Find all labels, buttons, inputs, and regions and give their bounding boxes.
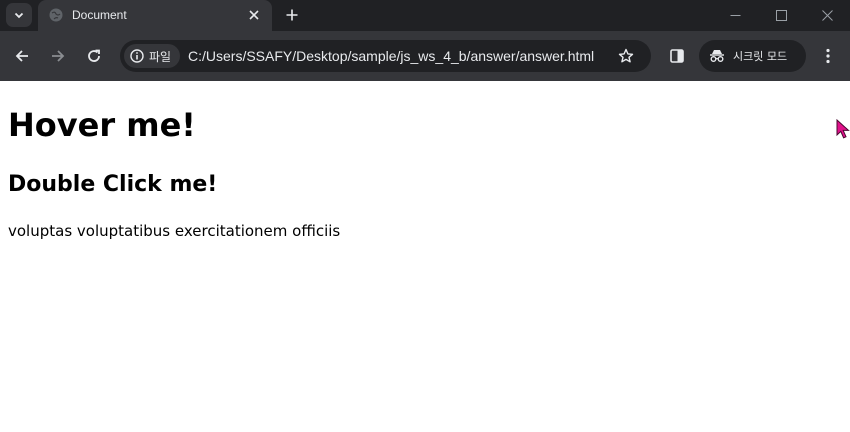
mouse-cursor-icon [836, 119, 850, 139]
tab-close-button[interactable] [246, 7, 262, 23]
back-button[interactable] [10, 44, 34, 68]
hover-heading[interactable]: Hover me! [8, 105, 196, 145]
tab-strip: Document [0, 0, 850, 31]
page-content: Hover me! Double Click me! voluptas volu… [0, 81, 850, 432]
side-panel-icon [670, 49, 684, 63]
tab-title: Document [72, 8, 127, 22]
close-icon [821, 10, 833, 21]
arrow-left-icon [15, 50, 28, 62]
star-icon [618, 48, 634, 63]
maximize-icon [775, 10, 787, 21]
reload-icon [88, 49, 100, 62]
address-bar[interactable]: 파일 C:/Users/SSAFY/Desktop/sample/js_ws_4… [120, 40, 651, 72]
active-tab[interactable]: Document [38, 0, 272, 31]
incognito-badge[interactable]: 시크릿 모드 [699, 40, 806, 72]
info-icon [130, 49, 144, 63]
minimize-button[interactable] [712, 0, 758, 31]
arrow-right-icon [52, 50, 65, 62]
browser-menu-button[interactable] [816, 44, 840, 68]
tab-search-button[interactable] [6, 3, 32, 27]
forward-button[interactable] [46, 44, 70, 68]
new-tab-button[interactable] [282, 5, 302, 25]
browser-toolbar: 파일 C:/Users/SSAFY/Desktop/sample/js_ws_4… [0, 31, 850, 81]
bookmark-button[interactable] [616, 46, 636, 66]
window-close-button[interactable] [804, 0, 850, 31]
minimize-icon [730, 15, 740, 16]
incognito-label: 시크릿 모드 [733, 50, 788, 63]
globe-icon [49, 8, 63, 22]
side-panel-button[interactable] [665, 44, 689, 68]
close-icon [249, 10, 259, 20]
incognito-icon [710, 50, 724, 62]
double-click-heading[interactable]: Double Click me! [8, 170, 217, 200]
reload-button[interactable] [82, 44, 106, 68]
body-paragraph: voluptas voluptatibus exercitationem off… [8, 222, 341, 240]
maximize-button[interactable] [758, 0, 804, 31]
chevron-down-icon [14, 12, 24, 19]
kebab-menu-icon [826, 48, 830, 64]
site-info-label: 파일 [149, 49, 172, 64]
site-info-chip[interactable]: 파일 [124, 44, 180, 68]
url-text[interactable]: C:/Users/SSAFY/Desktop/sample/js_ws_4_b/… [188, 48, 594, 64]
plus-icon [286, 9, 298, 21]
